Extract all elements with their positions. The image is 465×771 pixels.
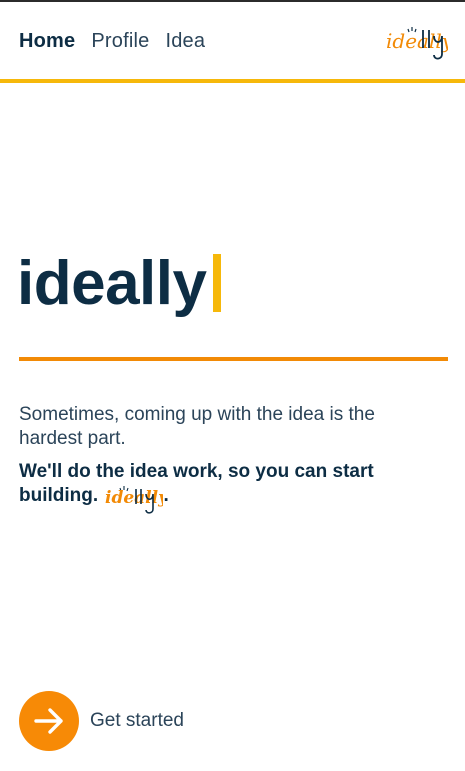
nav-link-home[interactable]: Home	[19, 30, 75, 53]
nav-accent-bar	[0, 79, 465, 83]
typing-cursor	[212, 254, 221, 312]
arrow-right-icon	[34, 708, 63, 734]
get-started-cta[interactable]: Get started	[19, 691, 184, 751]
top-navigation: Home Profile Idea ideally	[0, 2, 465, 80]
inline-logo-text: ideally	[105, 488, 163, 508]
tagline-text: We'll do the idea work, so you can start…	[19, 461, 374, 506]
hero-divider	[19, 357, 448, 361]
logo-text: ideally	[386, 29, 448, 53]
inline-ideally-logo: ideally	[105, 486, 163, 514]
get-started-label[interactable]: Get started	[90, 710, 184, 732]
hero-title-text: ideally	[17, 249, 207, 318]
intro-text: Sometimes, coming up with the idea is th…	[19, 404, 375, 449]
tagline: We'll do the idea work, so you can start…	[19, 460, 449, 515]
nav-links: Home Profile Idea	[19, 30, 221, 53]
get-started-button[interactable]	[19, 691, 79, 751]
hero-title: ideally	[17, 248, 221, 320]
nav-link-profile[interactable]: Profile	[91, 30, 149, 53]
nav-link-idea[interactable]: Idea	[165, 30, 205, 53]
tagline-period: .	[163, 485, 169, 506]
ideally-logo[interactable]: ideally	[386, 24, 448, 64]
